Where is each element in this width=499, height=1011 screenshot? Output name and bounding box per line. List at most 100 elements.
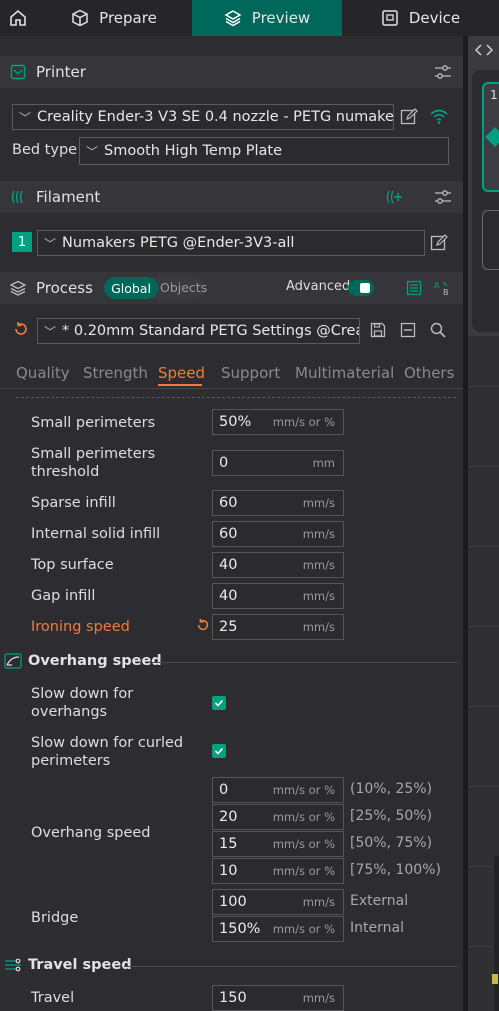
plate-thumbnail[interactable]: 1 [482,82,499,192]
global-objects-toggle[interactable]: Global Objects [104,277,207,299]
slow-down-overhangs-label-1: Slow down for [31,686,134,702]
edit-filament-icon[interactable] [430,234,448,252]
bed-type-label: Bed type [12,142,78,158]
tab-prepare-label: Prepare [99,9,157,27]
plate-object-marker [485,127,499,147]
process-layers-icon [10,280,26,296]
process-preset-value: * 0.20mm Standard PETG Settings @Crealit… [62,323,360,339]
overhang-speed-input-3[interactable]: 15 mm/s or % [212,831,344,857]
tab-preview-label: Preview [251,9,311,27]
viewport-grid [468,336,499,1011]
bridge-external-input[interactable]: 100 mm/s [212,889,344,915]
gap-infill-input[interactable]: 40 mm/s [212,583,344,609]
tab-preview[interactable]: Preview [192,0,342,36]
tab-prepare[interactable]: Prepare [36,0,192,36]
bridge-external-value: 100 [219,894,247,910]
tab-multimaterial[interactable]: Multimaterial [295,364,394,382]
ironing-reset-icon[interactable] [196,618,210,632]
printer-section-header: Printer [0,56,463,88]
bridge-internal-unit: mm/s or % [272,922,335,936]
home-button[interactable] [0,0,36,36]
wifi-icon[interactable] [430,108,448,124]
edit-printer-icon[interactable] [400,108,418,126]
advanced-switch[interactable] [348,280,374,296]
tabs-divider [0,388,463,389]
3d-viewport[interactable]: 1 [468,36,499,1011]
travel-label: Travel [31,990,75,1006]
collapse-preset-icon[interactable] [400,322,416,338]
slow-down-overhangs-checkbox[interactable] [212,696,226,710]
tab-speed-underline [158,384,202,386]
slow-down-curled-checkbox[interactable] [212,744,226,758]
printer-settings-icon[interactable] [434,64,452,80]
ironing-speed-input[interactable]: 25 mm/s [212,614,344,640]
overhang-speed-value-4: 10 [219,863,238,879]
top-surface-label: Top surface [31,557,114,573]
objects-toggle-option[interactable]: Objects [160,280,207,295]
bridge-internal-input[interactable]: 150% mm/s or % [212,916,344,942]
scroll-cut-line [16,397,456,398]
overhang-range-2: [25%, 50%) [350,808,433,824]
slow-down-curled-label-1: Slow down for curled [31,735,184,751]
settings-panel: Printer ﹀ Creality Ender-3 V3 SE 0.4 noz… [0,36,463,1011]
save-preset-icon[interactable] [370,322,386,338]
tab-others[interactable]: Others [404,364,454,382]
internal-solid-infill-input[interactable]: 60 mm/s [212,521,344,547]
svg-text:A: A [434,281,440,290]
cube-icon [71,9,89,27]
overhang-range-1: (10%, 25%) [350,781,433,797]
bridge-internal-value: 150% [219,921,261,937]
notes-icon[interactable] [406,280,422,296]
bridge-external-suffix: External [350,893,409,909]
overhang-speed-unit-4: mm/s or % [272,864,335,878]
plate-list-panel: 1 [472,70,499,332]
tab-speed[interactable]: Speed [158,364,205,382]
home-icon [9,9,27,27]
tab-support[interactable]: Support [221,364,280,382]
overhang-speed-value-3: 15 [219,836,238,852]
bed-type-select[interactable]: ﹀ Smooth High Temp Plate [79,137,449,165]
gap-infill-value: 40 [219,588,238,604]
plate-thumbnail-2[interactable] [482,210,499,270]
overhang-range-4: [75%, 100%) [350,862,441,878]
overhang-speed-input-4[interactable]: 10 mm/s or % [212,858,344,884]
small-perimeters-label: Small perimeters [31,415,156,431]
small-perimeters-threshold-input[interactable]: 0 mm [212,450,344,476]
travel-unit: mm/s [302,991,335,1005]
collapse-sidebar-button[interactable] [471,38,497,62]
global-toggle-option[interactable]: Global [104,277,158,299]
overhang-icon [4,653,22,669]
overhang-speed-value-1: 0 [219,782,229,798]
top-surface-input[interactable]: 40 mm/s [212,552,344,578]
bridge-label: Bridge [31,910,79,926]
travel-speed-header: Travel speed [4,957,132,973]
overhang-speed-header: Overhang speed [4,653,162,669]
add-filament-icon[interactable] [386,189,404,205]
tab-strength[interactable]: Strength [83,364,148,382]
internal-solid-infill-unit: mm/s [302,527,335,541]
filament-settings-icon[interactable] [434,189,452,205]
top-surface-unit: mm/s [302,558,335,572]
small-perimeters-threshold-value: 0 [219,455,229,471]
filament-slot-badge[interactable]: 1 [12,232,32,252]
compare-presets-icon[interactable]: AB [434,280,452,296]
top-bar: Prepare Preview Device [0,0,499,36]
small-perimeters-input[interactable]: 50% mm/s or % [212,409,344,435]
tab-device[interactable]: Device [342,0,499,36]
tab-quality[interactable]: Quality [16,364,70,382]
travel-speed-title: Travel speed [28,957,132,973]
travel-input[interactable]: 150 mm/s [212,985,344,1011]
sparse-infill-input[interactable]: 60 mm/s [212,490,344,516]
device-icon [381,9,399,27]
process-preset-select[interactable]: ﹀ * 0.20mm Standard PETG Settings @Creal… [37,318,360,344]
printer-title: Printer [36,63,86,81]
overhang-speed-input-2[interactable]: 20 mm/s or % [212,804,344,830]
advanced-switch-knob [360,283,370,293]
printer-preset-select[interactable]: ﹀ Creality Ender-3 V3 SE 0.4 nozzle - PE… [12,104,394,130]
search-icon[interactable] [430,322,446,338]
filament-preset-select[interactable]: ﹀ Numakers PETG @Ender-3V3-all [37,230,425,256]
overhang-speed-input-1[interactable]: 0 mm/s or % [212,777,344,803]
reset-icon[interactable] [13,321,29,337]
process-section-header: Process Global Objects Advanced AB [0,272,463,304]
checkmark-icon [214,747,224,755]
